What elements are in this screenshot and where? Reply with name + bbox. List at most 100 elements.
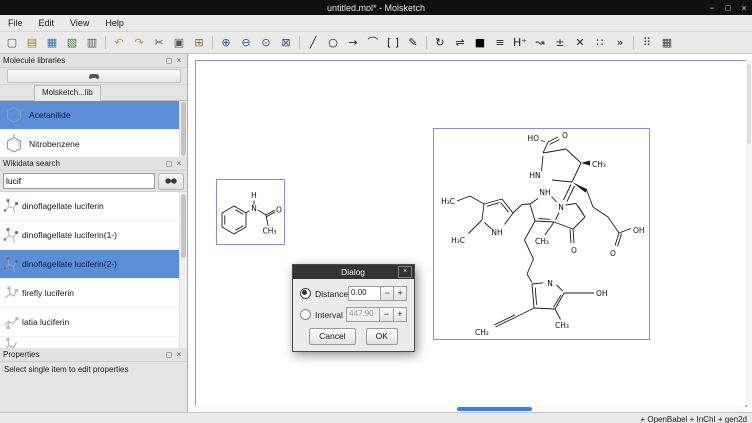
copy-button[interactable]: ▣ — [170, 34, 188, 51]
library-item-acetanilide[interactable]: Acetanilide — [0, 101, 179, 130]
interval-label: Interval — [315, 310, 346, 320]
wikidata-result-item[interactable]: dinoflagellate luciferin — [0, 192, 179, 221]
zoom-original-button[interactable]: ⊙ — [257, 34, 275, 51]
library-selector-button[interactable] — [7, 69, 181, 83]
more-tools-button[interactable]: » — [611, 34, 629, 51]
zoom-out-button[interactable]: ⊖ — [237, 34, 255, 51]
atom-label-hn: HN — [529, 171, 540, 180]
float-panel-icon[interactable]: ◻ — [164, 159, 174, 168]
bracket-tool-button[interactable]: [ ] — [384, 34, 402, 51]
lone-pair-tool-button[interactable]: ∷ — [591, 34, 609, 51]
menu-help[interactable]: Help — [97, 17, 132, 29]
dialog-titlebar[interactable]: Dialog × — [293, 265, 414, 279]
toolbar-separator — [633, 36, 634, 49]
draw-tool-button[interactable]: ╱ — [304, 34, 322, 51]
molecule-thumbnail-icon — [2, 255, 19, 274]
distance-value-field[interactable]: 0.00 — [348, 286, 381, 301]
wikidata-result-item[interactable]: dinoflagellate luciferin(1-) — [0, 221, 179, 250]
delete-tool-button[interactable]: ✕ — [571, 34, 589, 51]
wikidata-result-item[interactable]: firefly luciferin — [0, 279, 179, 308]
distance-increment-button[interactable]: + — [394, 286, 407, 301]
float-panel-icon[interactable]: ◻ — [164, 350, 174, 359]
ring-tool-button[interactable]: ○ — [324, 34, 342, 51]
charge-tool-button[interactable]: ± — [551, 34, 569, 51]
acetanilide-labels: H N O CH₃ — [251, 191, 282, 236]
paste-button[interactable]: ⊞ — [190, 34, 208, 51]
arrow-tool-button[interactable]: → — [344, 34, 362, 51]
dialog-close-button[interactable]: × — [398, 266, 412, 278]
menu-view[interactable]: View — [62, 17, 97, 29]
properties-message: Select single item to edit properties — [0, 362, 187, 377]
properties-panel-header: Properties ◻ × — [0, 348, 187, 362]
wikidata-result-item[interactable]: latia luciferin — [0, 308, 179, 337]
hydrogen-add-tool-button[interactable]: H⁺ — [511, 34, 529, 51]
print-button[interactable]: ▥ — [83, 34, 101, 51]
library-item-label: Nitrobenzene — [29, 139, 80, 149]
document-open-button[interactable]: ▤ — [23, 34, 41, 51]
wikidata-scrollbar[interactable] — [179, 192, 187, 348]
atom-label-oh: OH — [596, 289, 608, 298]
wikidata-result-item-selected[interactable]: dinoflagellate luciferin(2-) — [0, 250, 179, 279]
distance-radio[interactable] — [300, 288, 311, 299]
tab-molsketch-lib[interactable]: Molsketch...lib — [34, 85, 101, 102]
cancel-button[interactable]: Cancel — [309, 328, 355, 345]
close-panel-icon[interactable]: × — [174, 350, 184, 359]
scrollbar-thumb[interactable] — [747, 64, 751, 144]
document-save-button[interactable]: ▦ — [43, 34, 61, 51]
grid-tool-button[interactable]: ▦ — [658, 34, 676, 51]
zoom-in-button[interactable]: ⊕ — [217, 34, 235, 51]
ok-button[interactable]: OK — [366, 328, 398, 345]
mechanism-arrow-tool-button[interactable]: ↝ — [531, 34, 549, 51]
cut-button[interactable]: ✂ — [150, 34, 168, 51]
molecule-thumbnail-icon — [2, 337, 19, 348]
wikidata-result-item-partial[interactable] — [0, 337, 179, 348]
wikidata-search-input[interactable] — [3, 173, 155, 189]
wikidata-result-label: dinoflagellate luciferin(1-) — [22, 230, 117, 240]
titlebar[interactable]: untitled.mol* - Molsketch − □ × — [0, 0, 752, 15]
interval-increment-button[interactable]: + — [394, 307, 407, 322]
distance-decrement-button[interactable]: − — [381, 286, 394, 301]
toolbar-separator — [105, 36, 106, 49]
canvas[interactable]: H N O CH₃ — [188, 54, 752, 412]
redo-button[interactable]: ↷ — [130, 34, 148, 51]
reaction-arrow-tool-button[interactable]: ⇌ — [451, 34, 469, 51]
interval-value-field[interactable]: 447.90 — [346, 307, 380, 322]
atom-label-ch3: CH₃ — [263, 227, 277, 236]
maximize-button[interactable]: □ — [720, 3, 736, 13]
distance-label: Distance — [315, 289, 348, 299]
menu-edit[interactable]: Edit — [31, 17, 63, 29]
line-width-tool-button[interactable]: ≡ — [491, 34, 509, 51]
pen-tool-button[interactable]: ✎ — [404, 34, 422, 51]
rotate-tool-button[interactable]: ↻ — [431, 34, 449, 51]
interval-decrement-button[interactable]: − — [380, 307, 393, 322]
canvas-horizontal-scrollbar[interactable] — [195, 406, 745, 412]
color-swatch-button[interactable]: ■ — [471, 34, 489, 51]
snap-grid-tool-button[interactable]: ⠿ — [638, 34, 656, 51]
close-panel-icon[interactable]: × — [174, 56, 184, 65]
atom-label-o: O — [562, 131, 568, 140]
menu-file[interactable]: File — [0, 17, 31, 29]
document-new-button[interactable]: ▢ — [3, 34, 21, 51]
library-item-nitrobenzene[interactable]: Nitrobenzene — [0, 130, 179, 157]
properties-panel-title: Properties — [3, 350, 164, 359]
export-image-button[interactable]: ▧ — [63, 34, 81, 51]
close-button[interactable]: × — [736, 3, 752, 13]
wikidata-results-list: dinoflagellate luciferin dinoflagellate … — [0, 192, 187, 348]
atom-label-ch3: CH₃ — [535, 237, 549, 246]
search-button[interactable] — [158, 173, 184, 190]
minimize-button[interactable]: − — [704, 3, 720, 13]
scrollbar-thumb[interactable] — [457, 407, 532, 411]
library-scrollbar[interactable] — [179, 101, 187, 157]
atom-label-n: N — [558, 203, 564, 212]
atom-label-n: N — [251, 204, 257, 213]
interval-radio[interactable] — [300, 309, 311, 320]
molecule-scene: H N O CH₃ — [188, 54, 752, 412]
curved-arrow-tool-button[interactable]: ⌒ — [364, 34, 382, 51]
canvas-vertical-scrollbar[interactable] — [746, 60, 752, 405]
float-panel-icon[interactable]: ◻ — [164, 56, 174, 65]
atom-label-n: N — [547, 279, 553, 288]
atom-label-o: O — [610, 249, 616, 258]
close-panel-icon[interactable]: × — [174, 159, 184, 168]
zoom-fit-button[interactable]: ⊠ — [277, 34, 295, 51]
undo-button[interactable]: ↶ — [110, 34, 128, 51]
